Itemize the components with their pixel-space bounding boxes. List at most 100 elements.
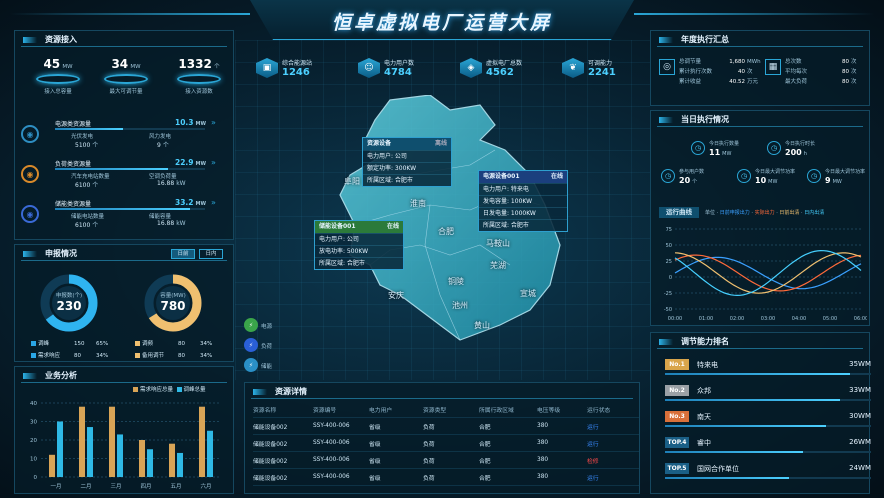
status-cell: 运行: [587, 424, 599, 431]
legend-source-icon[interactable]: ⚡: [244, 318, 258, 332]
stat-value: 1246: [282, 67, 310, 78]
declaration-legend-item: 需求响应 80 34%: [31, 351, 127, 359]
resource-progress-fill: [55, 128, 123, 130]
table-cell: 省级: [369, 441, 381, 448]
column-header: 电力用户: [369, 407, 393, 414]
rank-name: 特来电: [697, 361, 718, 369]
city-label: 安庆: [388, 291, 404, 300]
annual-panel: 年度执行汇总 ◎ ▦ 总调节量 1,680 MWh 累计执行次数 40 次累计收益 40.5…: [650, 30, 870, 106]
ranking-item[interactable]: No.1 特来电 35WM: [665, 357, 871, 379]
bar-0-3: [139, 440, 145, 477]
table-cell: 负荷: [423, 475, 435, 482]
x-tick-label: 四月: [140, 483, 151, 490]
table-cell: 负荷: [423, 458, 435, 465]
rank-progress-fill: [665, 451, 804, 453]
annual-left-row: 累计执行次数 40 次: [679, 69, 753, 75]
resource-right-label: 储能容量: [149, 214, 172, 220]
table-header: 资源名称 资源编号 电力用户 资源类型 所属行政区域 电压等级 运行状态: [253, 401, 639, 418]
table-cell: 储能设备002: [253, 475, 288, 482]
pedestal-icon: [36, 74, 80, 84]
users-icon: ☺: [358, 58, 380, 78]
table-cell: 380: [537, 474, 549, 480]
table-cell: 储能设备002: [253, 424, 288, 431]
resource-row-title: 储能类资源量: [55, 201, 92, 208]
ranking-item[interactable]: No.2 众邦 33WM: [665, 383, 871, 405]
legend-storage-icon[interactable]: ⚡: [244, 358, 258, 372]
declaration-legend-item: 调频 80 34%: [135, 339, 231, 347]
table-row[interactable]: 储能设备002 SSY-400-006 省级 负荷 合肥 380 运行: [253, 435, 639, 452]
daily-item: ◷ 今日最大调节功率 9 MW: [807, 167, 877, 191]
ranking-item[interactable]: No.3 南天 30WM: [665, 409, 871, 431]
y-tick-label: 30: [30, 420, 37, 426]
panel-title: 资源详情: [251, 385, 633, 399]
map-popup-storage[interactable]: 储能设备001 在线 电力用户: 公司 放电功率: 500KW 所属区域: 合肥…: [314, 220, 404, 270]
ranking-item[interactable]: TOP.5 国网合作单位 24WM: [665, 461, 871, 483]
resource-progress: [55, 168, 205, 170]
column-header: 资源类型: [423, 407, 447, 414]
panel-title: 调节能力排名: [657, 335, 863, 349]
tab-day-ahead[interactable]: 日前: [171, 249, 195, 259]
daily-panel: 当日执行情况 运行曲线 单位 · 日前申报出力 · 实际出力 · 日前出清 · …: [650, 110, 870, 326]
bar-0-5: [199, 406, 205, 477]
rank-badge: TOP.5: [665, 463, 689, 474]
ranking-item[interactable]: TOP.4 睿中 26WM: [665, 435, 871, 457]
table-row[interactable]: 储能设备002 SSY-400-006 省级 负荷 合肥 380 检修: [253, 452, 639, 469]
resource-row-title: 电源类资源量: [55, 121, 92, 128]
table-row[interactable]: 储能设备002 SSY-400-006 省级 负荷 合肥 380 运行: [253, 469, 639, 486]
clock-icon: ◷: [691, 141, 705, 155]
column-header: 资源名称: [253, 407, 277, 414]
map-popup-source[interactable]: 电源设备001 在线 电力用户: 特来电 发电容量: 100KW 日发电量: 1…: [478, 170, 568, 232]
rank-progress: [665, 451, 871, 453]
resource-row-title: 负荷类资源量: [55, 161, 92, 168]
donut-count-text: 申报数(个) 230: [55, 293, 83, 313]
ranking-panel: 调节能力排名 No.1 特来电 35WM No.2 众邦 33WM No.3 南天 30WM TO…: [650, 332, 871, 494]
stat-value: 2241: [588, 67, 616, 78]
stat-value: 4562: [486, 67, 514, 78]
load-icon: ◉: [21, 165, 39, 183]
rank-badge: TOP.4: [665, 437, 689, 448]
x-tick-label: 04:00: [792, 316, 806, 322]
metric-capacity: 45 MW 接入总容量: [33, 57, 83, 95]
bar-0-4: [169, 443, 175, 477]
x-tick-label: 06:00: [854, 316, 867, 322]
expand-icon[interactable]: »: [211, 158, 216, 167]
y-tick-label: 10: [30, 457, 37, 463]
table-cell: 储能设备002: [253, 458, 288, 465]
x-tick-label: 五月: [170, 483, 181, 490]
clock-icon: ◷: [661, 169, 675, 183]
table-cell: SSY-400-006: [313, 457, 350, 463]
city-label: 淮南: [410, 199, 426, 208]
header-line-left: [10, 13, 250, 15]
daily-item: ◷ 今日执行数量 11 MW: [691, 139, 761, 163]
curve-legend: 单位 · 日前申报出力 · 实际出力 · 日前出清 · 日内出清: [705, 210, 825, 216]
bar-0-2: [109, 406, 115, 477]
rank-name: 国网合作单位: [697, 465, 739, 473]
resource-row-value: 22.9 MW: [175, 158, 207, 167]
x-tick-label: 00:00: [668, 316, 682, 322]
map-popup-device[interactable]: 资源设备 离线 电力用户: 公司 额定功率: 300KW 所属区域: 合肥市: [362, 137, 452, 187]
rank-value: 24WM: [849, 464, 871, 472]
expand-icon[interactable]: »: [211, 118, 216, 127]
resource-detail-panel: 资源详情 资源名称 资源编号 电力用户 资源类型 所属行政区域 电压等级 运行状态 储能设备0…: [244, 382, 640, 494]
clock-icon: ◷: [737, 169, 751, 183]
annual-left-row: 总调节量 1,680 MWh: [679, 59, 761, 65]
bar-1-2: [117, 434, 123, 477]
daily-item-label: 今日最大调节功率: [825, 169, 866, 175]
table-row[interactable]: 储能设备002 SSY-400-006 省级 负荷 合肥 380 运行: [253, 418, 639, 435]
expand-icon[interactable]: »: [211, 198, 216, 207]
y-tick-label: 25: [666, 259, 672, 265]
stat-label: 虚拟电厂总数: [486, 60, 523, 67]
x-tick-label: 一月: [50, 483, 61, 490]
tab-intraday[interactable]: 日内: [199, 249, 223, 259]
status-cell: 运行: [587, 441, 599, 448]
x-tick-label: 02:00: [730, 316, 744, 322]
resource-row: ◉ 负荷类资源量 22.9 MW » 汽车充电站数量 6100 个 空调负荷量 16.88 kW: [15, 158, 233, 195]
daily-item-label: 今日执行数量: [709, 141, 740, 147]
business-panel: 业务分析 需求响应总量 调峰总量 0 10 20 30 40 一月 二月 三月 四月 五月 六月: [14, 366, 234, 494]
legend-load-icon[interactable]: ⚡: [244, 338, 258, 352]
bar-1-0: [57, 421, 63, 477]
bar-legend: 需求响应总量 调峰总量: [133, 385, 206, 393]
resource-progress-fill: [55, 168, 168, 170]
daily-item-label: 今日最大调节功率: [755, 169, 796, 175]
annual-right-row: 总次数 80 次: [785, 59, 857, 65]
